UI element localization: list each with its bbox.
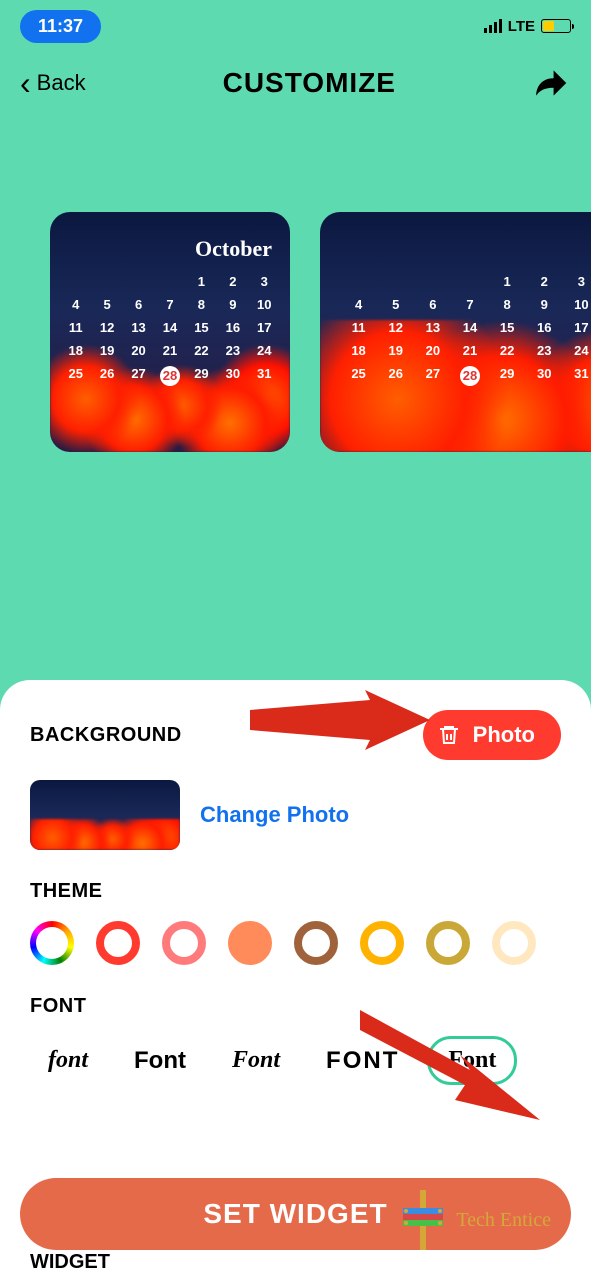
status-time: 11:37	[20, 10, 101, 43]
color-amber[interactable]	[360, 921, 404, 965]
trash-icon	[437, 723, 461, 747]
color-cream[interactable]	[492, 921, 536, 965]
share-icon[interactable]	[533, 64, 571, 102]
photo-thumbnail[interactable]	[30, 780, 180, 850]
back-label: Back	[37, 70, 86, 96]
page-title: CUSTOMIZE	[223, 67, 396, 99]
month-label: October	[195, 236, 272, 262]
color-red[interactable]	[96, 921, 140, 965]
theme-heading: THEME	[30, 880, 561, 903]
calendar-grid: 1234567891011121314151617181920212223242…	[340, 274, 591, 386]
background-heading: BACKGROUND	[30, 724, 182, 747]
header: ‹ Back CUSTOMIZE	[0, 44, 591, 112]
font-option-3[interactable]: Font	[214, 1039, 298, 1082]
photo-button[interactable]: Photo	[423, 710, 561, 760]
change-photo-link[interactable]: Change Photo	[200, 802, 349, 828]
status-bar: 11:37 LTE	[0, 0, 591, 44]
annotation-arrow-1	[250, 690, 430, 760]
watermark-icon	[398, 1190, 448, 1250]
status-right: LTE	[484, 18, 571, 35]
calendar-grid: 1234567891011121314151617181920212223242…	[60, 274, 280, 386]
color-brown[interactable]	[294, 921, 338, 965]
font-option-2[interactable]: Font	[116, 1039, 204, 1083]
theme-row	[30, 921, 561, 965]
widget-heading: WIDGET	[30, 1251, 110, 1274]
color-rainbow[interactable]	[30, 921, 74, 965]
color-orange[interactable]	[228, 921, 272, 965]
photo-label: Photo	[473, 722, 535, 748]
back-button[interactable]: ‹ Back	[20, 70, 86, 96]
annotation-arrow-2	[360, 1000, 540, 1120]
preview-area: October 12345678910111213141516171819202…	[0, 112, 591, 452]
signal-icon	[484, 19, 502, 33]
network-label: LTE	[508, 18, 535, 35]
widget-preview-small[interactable]: October 12345678910111213141516171819202…	[50, 212, 290, 452]
watermark-text: Tech Entice	[456, 1209, 551, 1232]
battery-icon	[541, 19, 571, 33]
color-olive[interactable]	[426, 921, 470, 965]
font-option-1[interactable]: font	[30, 1039, 106, 1082]
watermark: Tech Entice	[398, 1190, 551, 1250]
widget-preview-wide[interactable]: October 12345678910111213141516171819202…	[320, 212, 591, 452]
color-pink[interactable]	[162, 921, 206, 965]
